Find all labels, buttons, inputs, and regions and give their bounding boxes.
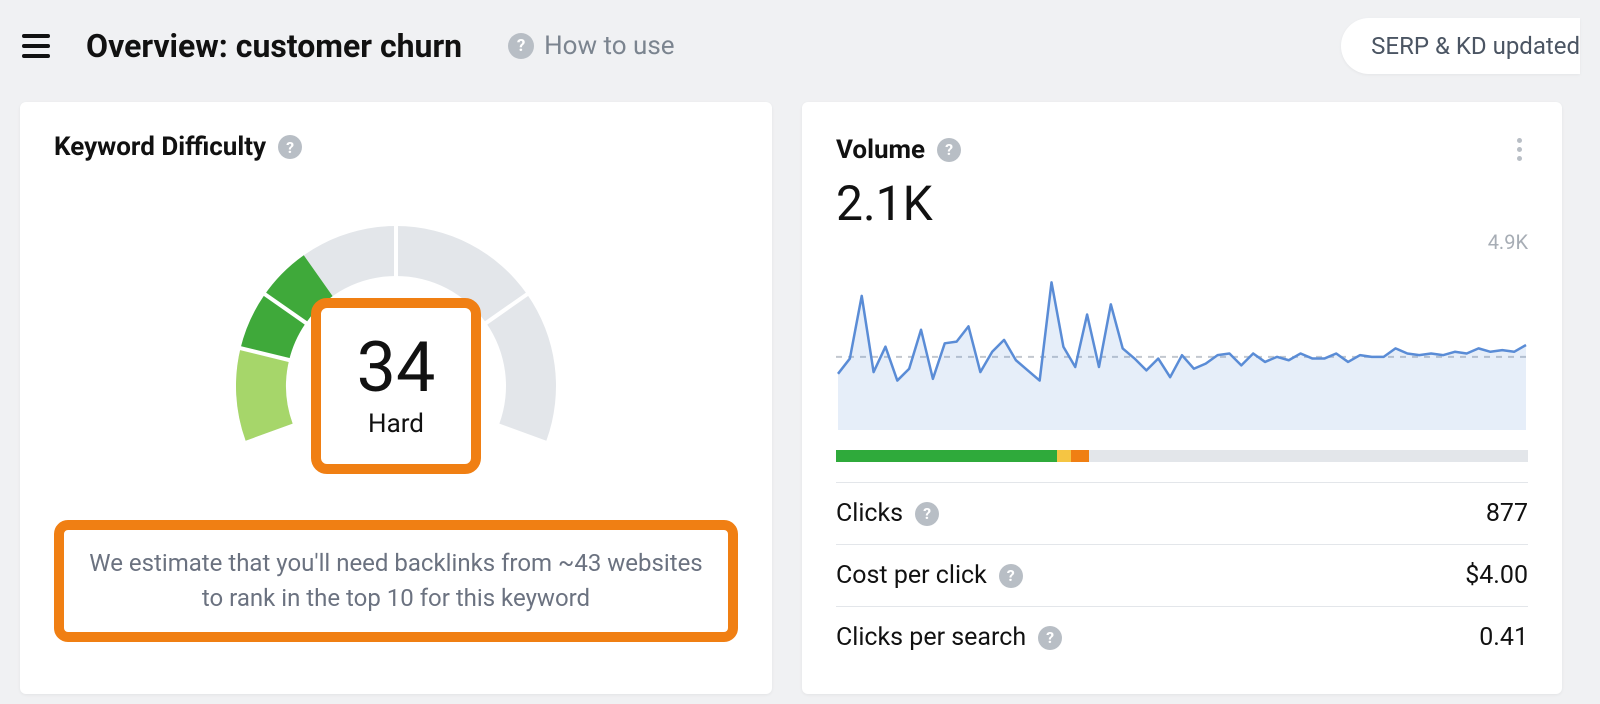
kd-gauge: 34 Hard bbox=[216, 186, 576, 486]
metric-value: 0.41 bbox=[1479, 623, 1528, 652]
help-icon[interactable]: ? bbox=[278, 135, 302, 159]
metric-row: Clicks? 877 bbox=[836, 482, 1528, 544]
help-icon[interactable]: ? bbox=[999, 564, 1023, 588]
keyword-difficulty-card: Keyword Difficulty ? 34 Hard We estimate… bbox=[20, 102, 772, 694]
volume-card: Volume ? 2.1K 4.9K Clicks? 877 Cost per cl… bbox=[802, 102, 1562, 694]
bar-segment bbox=[1057, 450, 1071, 462]
help-icon[interactable]: ? bbox=[1038, 626, 1062, 650]
metric-label: Cost per click bbox=[836, 561, 987, 590]
kebab-icon[interactable] bbox=[1511, 132, 1528, 167]
metric-value: 877 bbox=[1486, 499, 1528, 528]
menu-icon[interactable] bbox=[22, 34, 50, 58]
kd-score: 34 bbox=[357, 333, 436, 403]
kd-title: Keyword Difficulty bbox=[54, 132, 266, 162]
volume-sparkline bbox=[836, 260, 1528, 434]
how-to-use-link[interactable]: ? How to use bbox=[508, 31, 674, 61]
metric-row: Cost per click? $4.00 bbox=[836, 544, 1528, 606]
volume-distribution-bar bbox=[836, 450, 1528, 462]
volume-max-label: 4.9K bbox=[836, 230, 1528, 254]
bar-segment bbox=[1071, 450, 1088, 462]
kd-estimate: We estimate that you'll need backlinks f… bbox=[54, 520, 738, 642]
metric-label: Clicks per search bbox=[836, 623, 1026, 652]
how-to-use-label: How to use bbox=[544, 31, 674, 61]
volume-value: 2.1K bbox=[836, 175, 1528, 232]
serp-updated-pill[interactable]: SERP & KD updated bbox=[1341, 18, 1580, 74]
help-icon[interactable]: ? bbox=[915, 502, 939, 526]
volume-title: Volume bbox=[836, 135, 925, 165]
kd-score-box: 34 Hard bbox=[311, 298, 481, 474]
metric-row: Clicks per search? 0.41 bbox=[836, 606, 1528, 668]
metric-label: Clicks bbox=[836, 499, 903, 528]
bar-segment bbox=[836, 450, 1057, 462]
page-title: Overview: customer churn bbox=[86, 27, 462, 65]
metric-value: $4.00 bbox=[1465, 561, 1528, 590]
volume-metrics: Clicks? 877 Cost per click? $4.00 Clicks per… bbox=[836, 482, 1528, 668]
bar-segment bbox=[1089, 450, 1528, 462]
kd-label: Hard bbox=[368, 409, 424, 439]
help-icon[interactable]: ? bbox=[937, 138, 961, 162]
help-icon: ? bbox=[508, 33, 534, 59]
